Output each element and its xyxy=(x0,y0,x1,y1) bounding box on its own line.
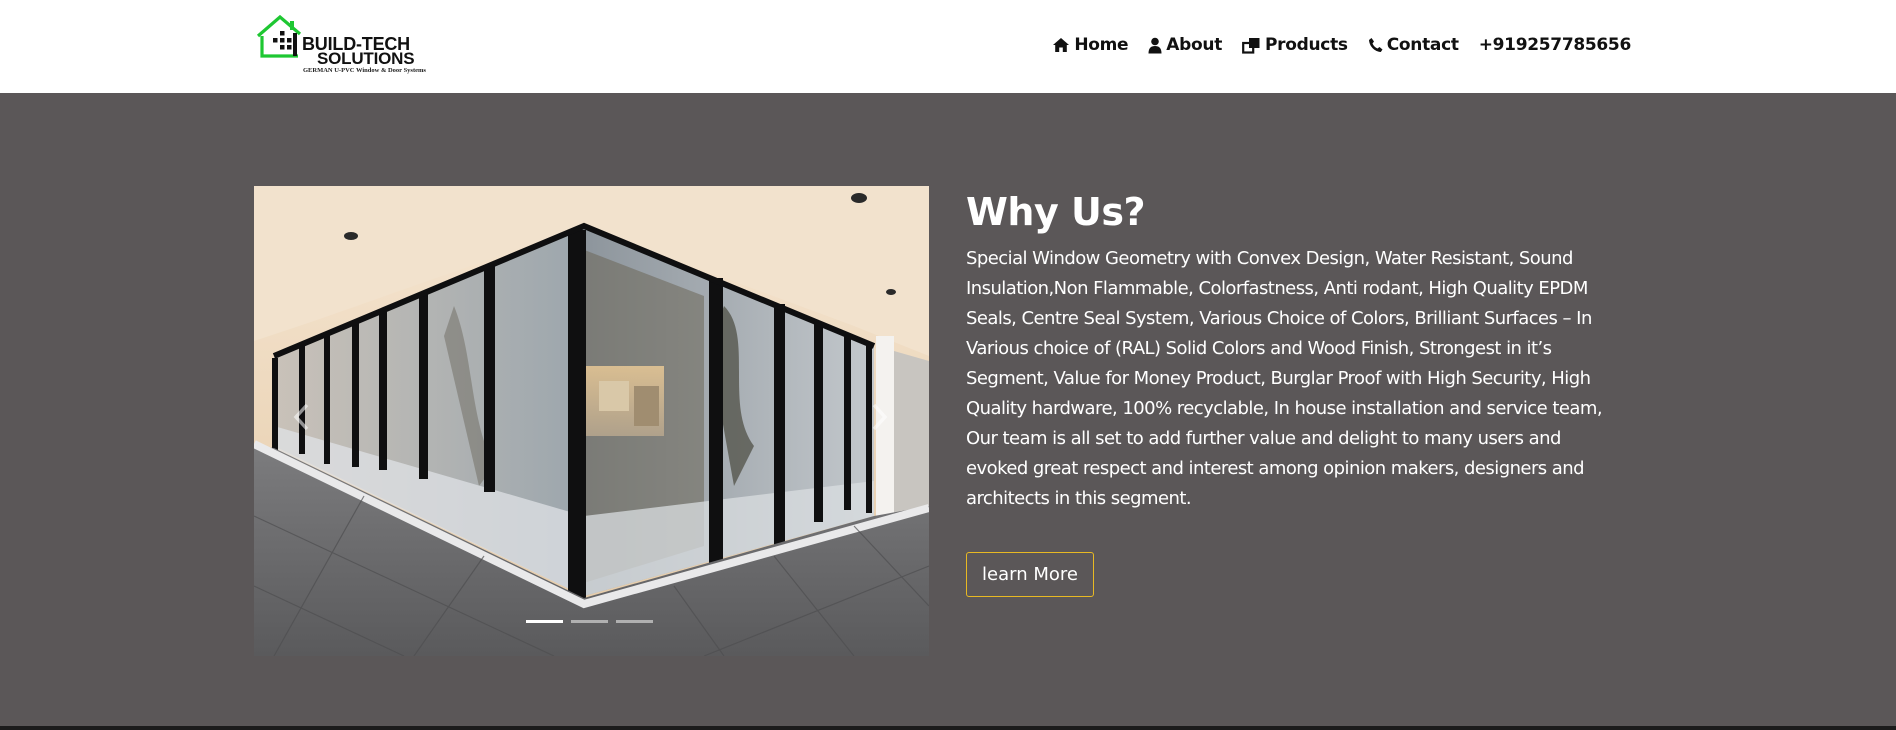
next-section-edge xyxy=(0,726,1896,730)
carousel-indicator-1[interactable] xyxy=(526,620,563,623)
carousel-indicators xyxy=(526,620,653,623)
image-carousel[interactable] xyxy=(254,186,929,656)
home-icon xyxy=(1053,38,1070,52)
logo-line2: SOLUTIONS xyxy=(317,49,415,68)
carousel-indicator-3[interactable] xyxy=(616,620,653,623)
why-us-content: Why Us? Special Window Geometry with Con… xyxy=(966,186,1626,597)
logo-tagline: GERMAN U-PVC Window & Door Systems xyxy=(303,67,426,74)
why-us-paragraph: Special Window Geometry with Convex Desi… xyxy=(966,248,1603,509)
user-icon xyxy=(1148,37,1162,53)
phone-icon xyxy=(1368,38,1383,52)
nav-products-label: Products xyxy=(1265,35,1348,55)
nav-home-label: Home xyxy=(1074,35,1129,55)
clone-icon xyxy=(1242,37,1260,54)
learn-more-button[interactable]: learn More xyxy=(966,552,1094,597)
nav-about[interactable]: About xyxy=(1148,35,1222,55)
nav-contact[interactable]: Contact xyxy=(1368,35,1459,55)
nav-products[interactable]: Products xyxy=(1242,35,1348,55)
carousel-prev-arrow[interactable] xyxy=(292,402,312,432)
logo[interactable]: BUILD-TECH SOLUTIONS GERMAN U-PVC Window… xyxy=(256,14,426,76)
carousel-indicator-2[interactable] xyxy=(571,620,608,623)
why-us-heading: Why Us? xyxy=(966,190,1146,234)
carousel-next-arrow[interactable] xyxy=(869,402,889,432)
nav-about-label: About xyxy=(1166,35,1223,55)
nav-contact-label: Contact xyxy=(1386,35,1459,55)
navbar: BUILD-TECH SOLUTIONS GERMAN U-PVC Window… xyxy=(0,0,1896,93)
carousel-slide-image xyxy=(254,186,929,656)
chevron-left-icon xyxy=(293,403,309,431)
nav-phone-label: +919257785656 xyxy=(1478,35,1632,55)
chevron-right-icon xyxy=(872,403,888,431)
main-nav: Home About Products Contact +91925778565… xyxy=(1052,32,1631,58)
nav-phone-number[interactable]: +919257785656 xyxy=(1478,35,1632,55)
nav-home[interactable]: Home xyxy=(1052,35,1129,55)
